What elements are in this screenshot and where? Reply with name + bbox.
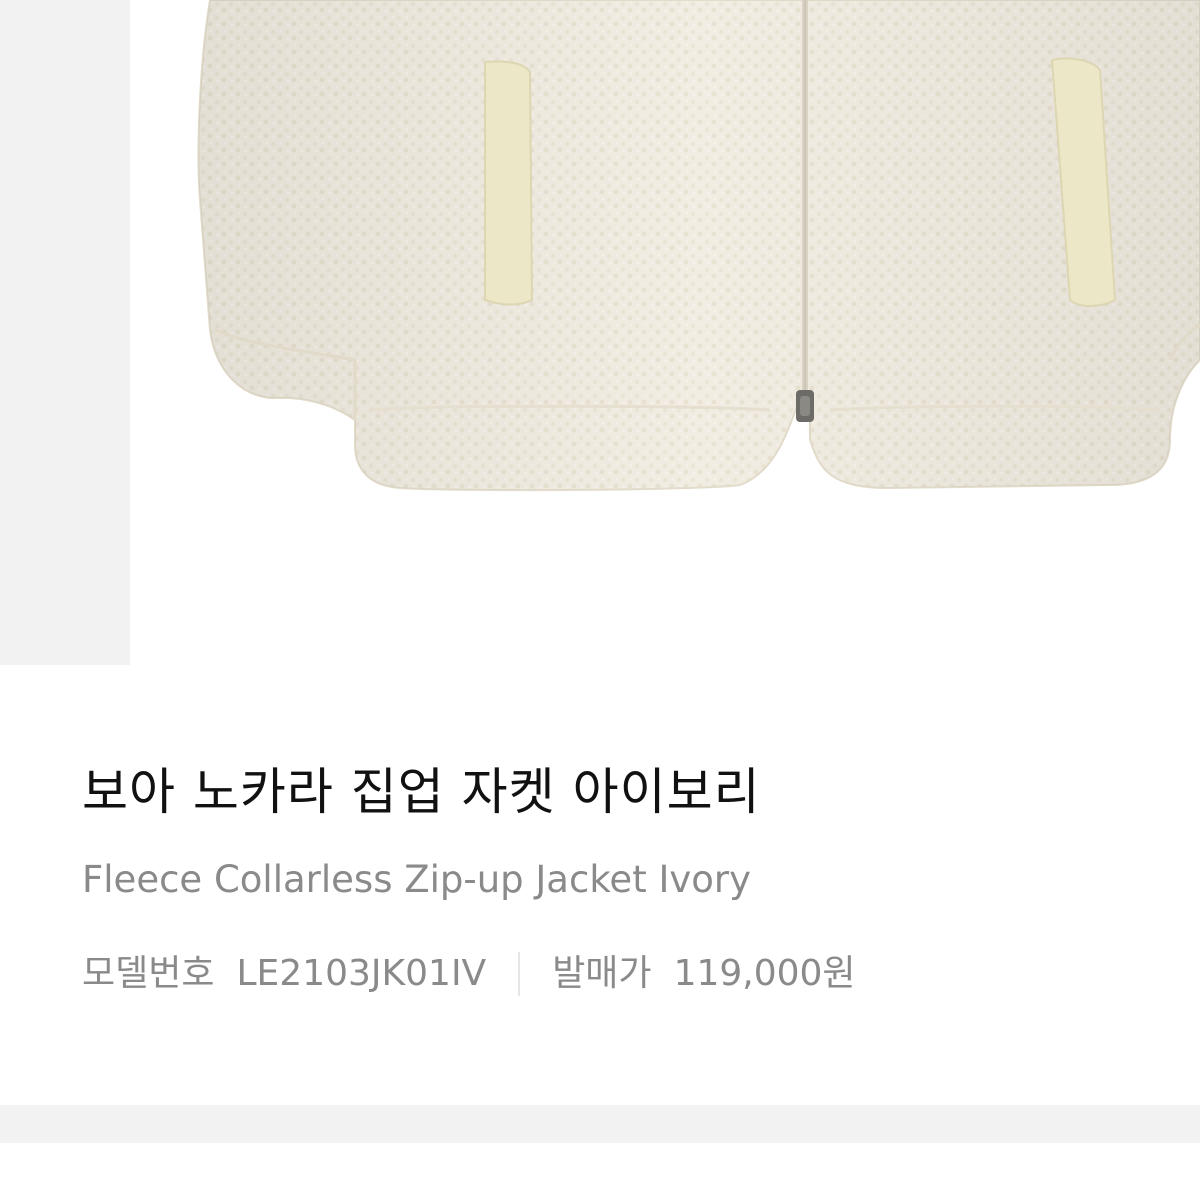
previous-image-peek[interactable] (0, 0, 130, 665)
product-title-korean: 보아 노카라 집업 자켓 아이보리 (82, 763, 761, 821)
product-image-carousel[interactable] (0, 0, 1200, 665)
release-price-label: 발매가 (552, 953, 652, 994)
product-detail-page: 보아 노카라 집업 자켓 아이보리 Fleece Collarless Zip-… (0, 0, 1200, 1200)
release-price-value: 119,000원 (673, 953, 856, 994)
meta-divider (518, 952, 521, 996)
section-separator (0, 1105, 1200, 1143)
product-image[interactable] (130, 0, 1200, 665)
product-meta: 모델번호 LE2103JK01IV 발매가 119,000원 (82, 948, 1162, 1000)
product-info: 보아 노카라 집업 자켓 아이보리 Fleece Collarless Zip-… (82, 752, 1162, 1000)
model-number-label: 모델번호 (82, 953, 215, 994)
jacket-illustration (197, 0, 1200, 492)
model-number-value: LE2103JK01IV (236, 953, 487, 994)
product-title-english: Fleece Collarless Zip-up Jacket Ivory (82, 858, 752, 901)
